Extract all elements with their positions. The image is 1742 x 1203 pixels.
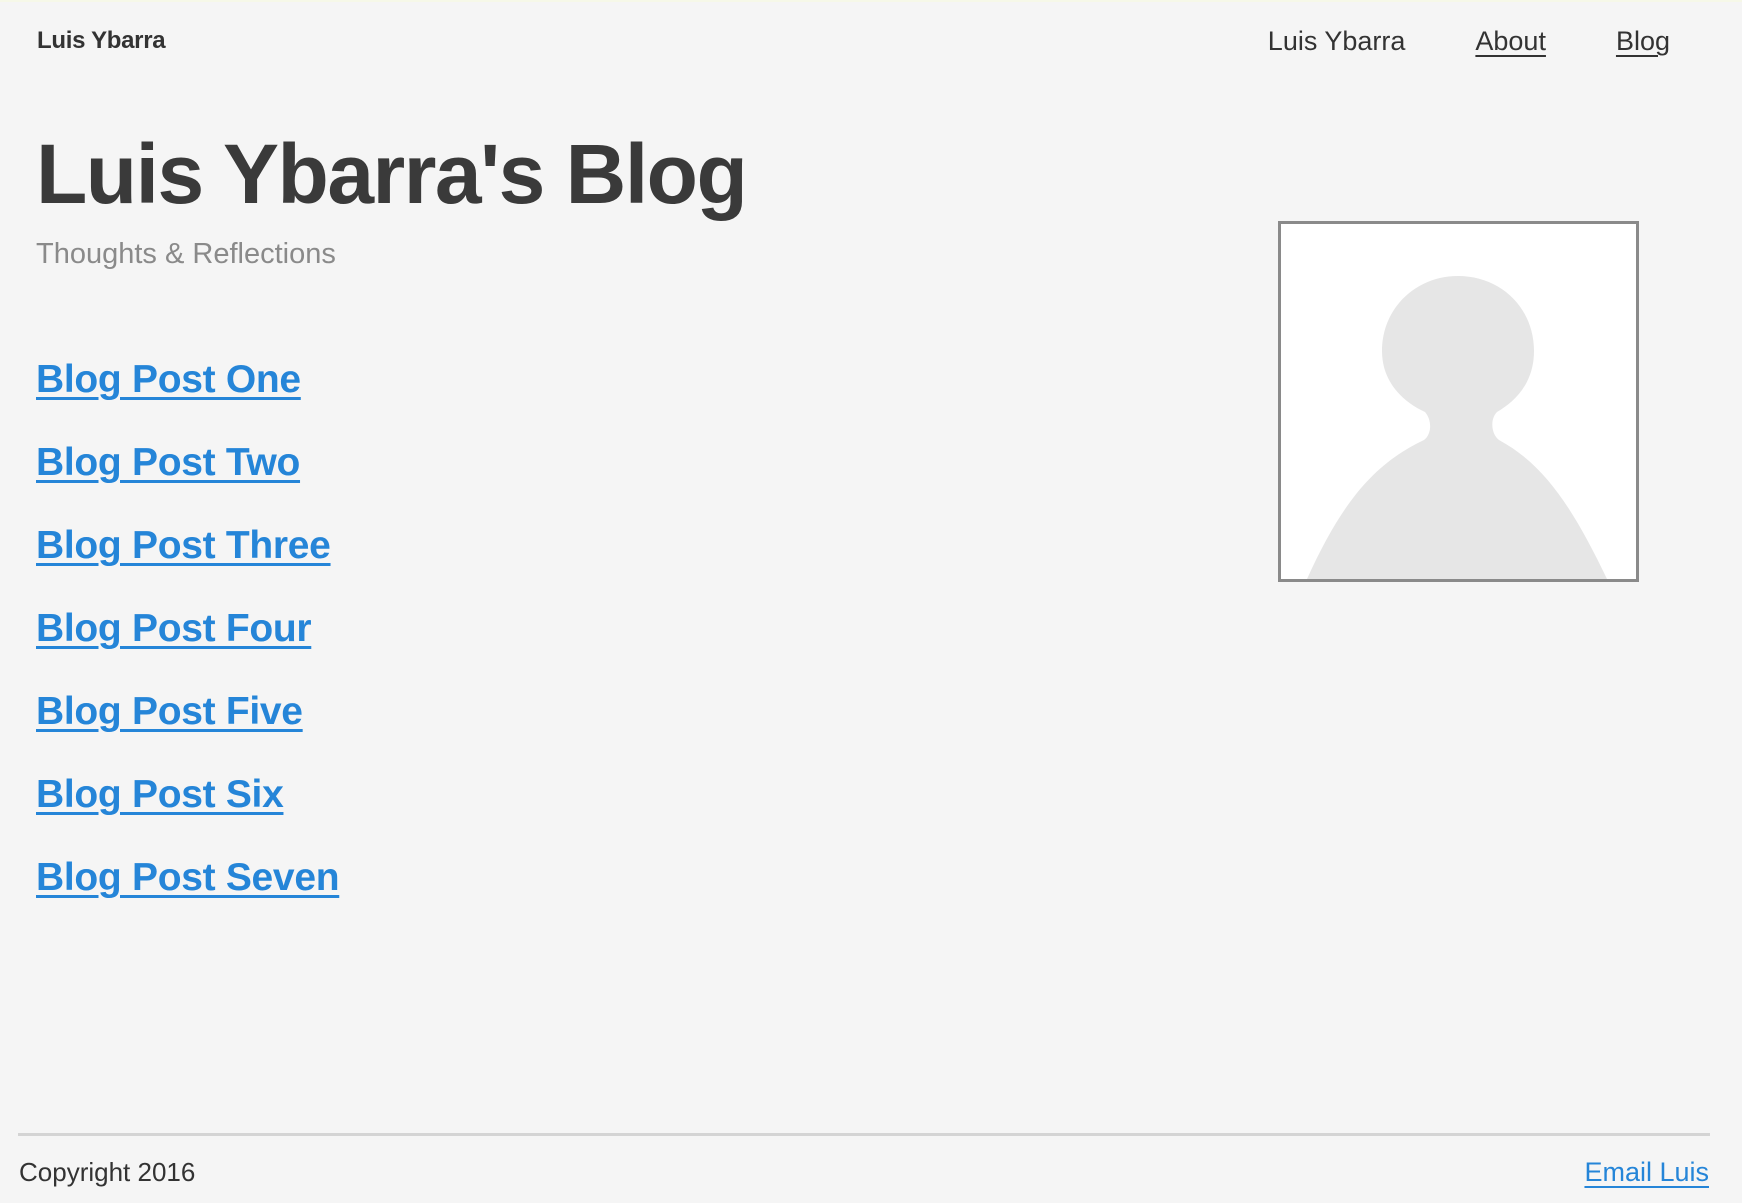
list-item: Blog Post Seven [36, 856, 340, 939]
page-title: Luis Ybarra's Blog [36, 127, 748, 221]
post-link-six[interactable]: Blog Post Six [36, 773, 284, 816]
list-item: Blog Post Two [36, 441, 339, 524]
post-link-one[interactable]: Blog Post One [36, 358, 301, 401]
top-accent-bar [0, 0, 1742, 2]
list-item: Blog Post Five [36, 690, 339, 773]
list-item: Blog Post Four [36, 607, 339, 690]
list-item: Blog Post Six [36, 773, 339, 856]
list-item: Blog Post One [36, 358, 339, 441]
post-link-five[interactable]: Blog Post Five [36, 690, 303, 733]
site-name[interactable]: Luis Ybarra [37, 27, 166, 55]
post-link-two[interactable]: Blog Post Two [36, 441, 300, 484]
email-link[interactable]: Email Luis [1584, 1157, 1709, 1188]
nav-item-home[interactable]: Luis Ybarra [1268, 26, 1406, 57]
post-link-seven[interactable]: Blog Post Seven [36, 856, 340, 899]
main-nav: Luis Ybarra About Blog [1268, 26, 1670, 57]
post-link-four[interactable]: Blog Post Four [36, 607, 312, 650]
list-item: Blog Post Three [36, 524, 339, 607]
copyright-text: Copyright 2016 [19, 1157, 196, 1187]
nav-item-about[interactable]: About [1475, 26, 1546, 57]
nav-item-blog[interactable]: Blog [1616, 26, 1670, 57]
post-list: Blog Post One Blog Post Two Blog Post Th… [36, 358, 340, 939]
footer-divider [18, 1133, 1710, 1136]
post-link-three[interactable]: Blog Post Three [36, 524, 331, 567]
avatar [1278, 221, 1639, 582]
person-silhouette-icon [1307, 276, 1607, 579]
page-subtitle: Thoughts & Reflections [36, 238, 336, 270]
